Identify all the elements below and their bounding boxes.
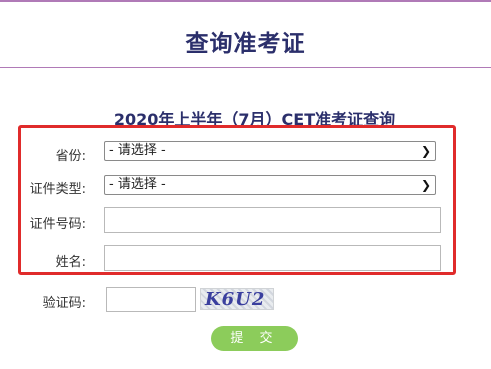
id-number-label: 证件号码: (29, 217, 86, 232)
page-title: 查询准考证 (185, 31, 306, 57)
header-divider (0, 67, 491, 68)
id-type-select[interactable]: - 请选择 - ❯ (104, 175, 436, 195)
chevron-down-icon: ❯ (420, 178, 431, 192)
province-label: 省份: (55, 149, 86, 164)
province-select[interactable]: - 请选择 - ❯ (104, 141, 436, 161)
captcha-label: 验证码: (42, 296, 86, 311)
name-input[interactable] (104, 245, 441, 271)
name-label: 姓名: (55, 255, 86, 270)
submit-button[interactable]: 提 交 (211, 326, 298, 351)
province-select-value: - 请选择 - (109, 143, 166, 158)
id-type-select-value: - 请选择 - (109, 177, 166, 192)
chevron-down-icon: ❯ (420, 144, 431, 158)
id-number-input[interactable] (104, 207, 441, 233)
captcha-image[interactable]: K6U2 (200, 288, 274, 310)
captcha-text: K6U2 (205, 289, 266, 310)
top-divider (0, 0, 491, 2)
captcha-input[interactable] (106, 287, 196, 312)
id-type-label: 证件类型: (29, 182, 86, 197)
